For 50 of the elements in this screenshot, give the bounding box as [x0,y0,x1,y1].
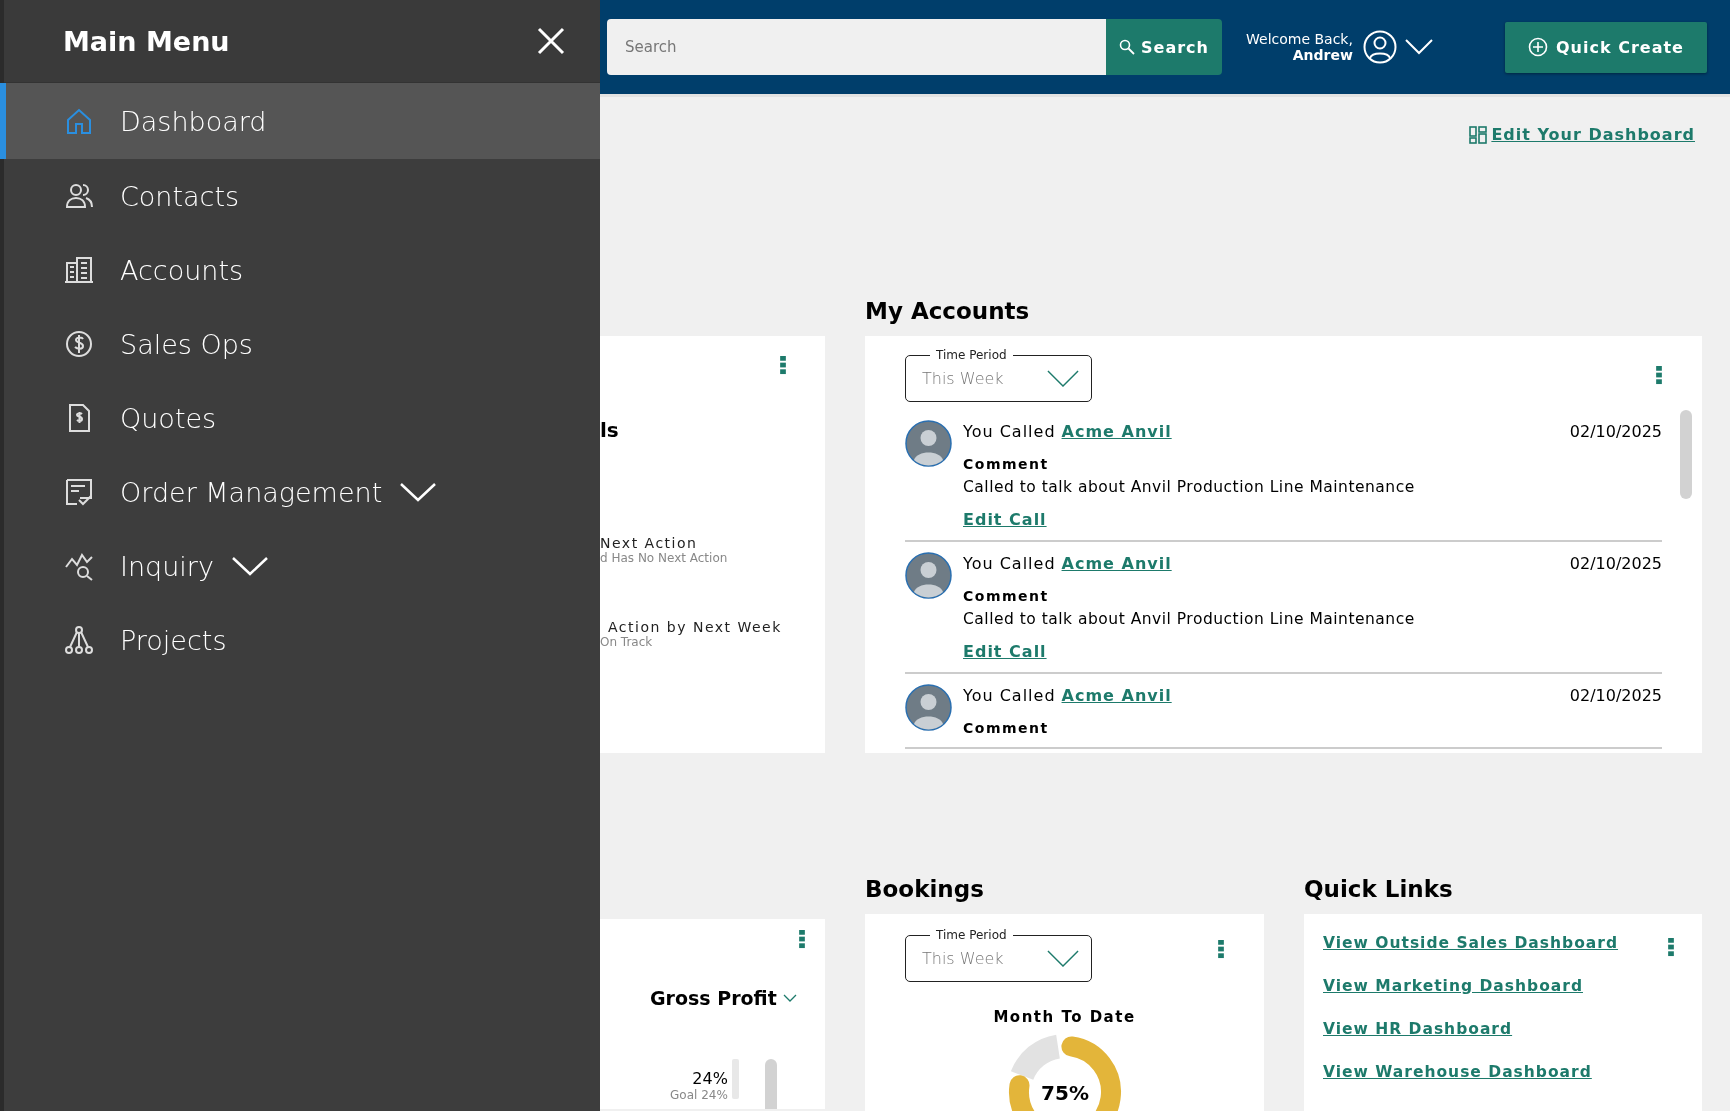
activity-text: You Called [963,421,1056,443]
menu-item[interactable]: Quotes [0,381,600,455]
comment-label: Comment [963,587,1049,606]
menu-item[interactable]: Contacts [0,159,600,233]
account-link[interactable]: Acme Anvil [1061,684,1172,708]
activity-text: You Called [963,553,1056,575]
comment-text: Called to talk about Anvil Production Line Maintenance [963,477,1415,498]
menu-item[interactable]: Dashboard [0,83,600,159]
time-period-select[interactable]: Time Period This Week [905,928,1092,982]
comment-label: Comment [963,719,1049,738]
menu-item[interactable]: Inquiry [0,529,600,603]
quick-link[interactable]: View Outside Sales Dashboard [1323,934,1619,952]
account-link[interactable]: Acme Anvil [1061,552,1172,576]
menu-item[interactable]: Order Management [0,455,600,529]
activity-date: 02/10/2025 [1569,553,1662,575]
card-title: ls [600,418,619,442]
quick-create-button[interactable]: Quick Create [1505,21,1707,73]
goal-text: Goal 24% [670,1088,728,1102]
activity-date: 02/10/2025 [1569,421,1662,443]
section-title: Bookings [865,876,985,904]
menu-item[interactable]: Accounts [0,233,600,307]
account-link[interactable]: Acme Anvil [1061,420,1172,444]
metric-value: 24% [692,1069,728,1088]
welcome-text: Welcome Back, [1246,31,1353,47]
section-title: Quick Links [1304,876,1454,904]
action-detail: On Track [600,635,654,649]
action-label: Next Action [600,535,699,551]
edit-call-link[interactable]: Edit Call [963,641,1047,663]
activity-date: 02/10/2025 [1569,685,1662,707]
comment-label: Comment [963,455,1049,474]
action-label: Action by Next Week [608,619,782,635]
menu-title: Main Menu [63,25,230,57]
activity-text: You Called [963,685,1056,707]
edit-dashboard-link[interactable]: Edit Your Dashboard [1469,125,1695,144]
gauge-title: Month To Date [993,1008,1136,1026]
comment-text: Called to talk about Anvil Production Line Maintenance [963,609,1415,630]
edit-call-link[interactable]: Edit Call [963,509,1047,531]
action-detail: d Has No Next Action [600,551,728,565]
section-title: My Accounts [865,298,1031,326]
quick-link[interactable]: View Marketing Dashboard [1323,977,1619,995]
menu-item[interactable]: Projects [0,603,600,677]
quick-link[interactable]: View HR Dashboard [1323,1020,1619,1038]
menu-item[interactable]: Sales Ops [0,307,600,381]
metric-title: Gross Profit [650,987,777,1009]
search-button[interactable]: Search [1106,19,1222,75]
time-period-select[interactable]: Time Period This Week [905,348,1092,402]
gauge-reading: 75% [1040,1081,1089,1105]
search-field[interactable]: Search [607,19,1106,75]
quick-link[interactable]: View Warehouse Dashboard [1323,1063,1619,1081]
user-name: Andrew [1292,47,1353,63]
